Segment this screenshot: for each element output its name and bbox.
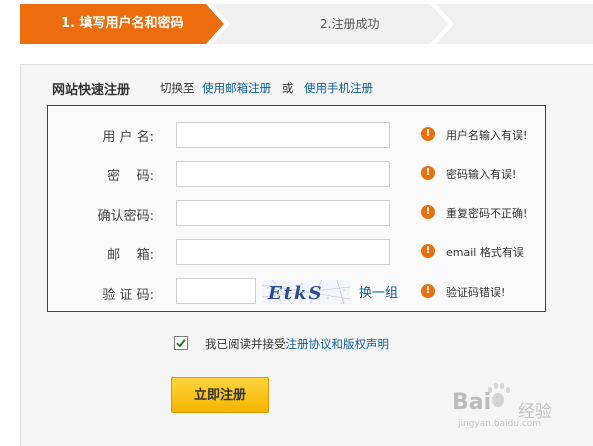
step-1-label: 1. 填写用户名和密码 — [61, 16, 184, 31]
username-input[interactable] — [176, 122, 390, 148]
agreement-link[interactable]: 注册协议和版权声明 — [286, 337, 390, 351]
quick-register-title: 网站快速注册 — [52, 83, 131, 98]
agree-checkbox[interactable] — [174, 336, 188, 350]
switch-to-label: 切换至 — [160, 81, 195, 95]
username-label: 用 户 名: — [102, 130, 154, 145]
warning-icon: ! — [421, 284, 435, 298]
step-2-label: 2.注册成功 — [320, 17, 380, 31]
email-register-link[interactable]: 使用邮箱注册 — [202, 81, 271, 95]
phone-register-link[interactable]: 使用手机注册 — [304, 81, 373, 95]
warning-icon: ! — [421, 244, 435, 258]
email-label: 邮 箱: — [107, 248, 154, 263]
warning-icon: ! — [421, 127, 435, 141]
password-error: 密码输入有误! — [446, 168, 517, 181]
password-label: 密 码: — [107, 169, 154, 184]
warning-icon: ! — [421, 166, 435, 180]
switch-register-mode: 切换至 使用邮箱注册 或 使用手机注册 — [160, 80, 373, 96]
captcha-refresh-link[interactable]: 换一组 — [359, 282, 398, 301]
username-error: 用户名输入有误! — [446, 129, 528, 142]
watermark-url: jingyan.baidu.com — [458, 419, 542, 429]
password-input[interactable] — [176, 161, 390, 187]
step-1-active: 1. 填写用户名和密码 — [20, 4, 224, 44]
confirm-password-label: 确认密码: — [97, 209, 154, 224]
captcha-label: 验 证 码: — [102, 288, 154, 303]
check-icon — [176, 338, 186, 348]
captcha-image: EtkS — [262, 280, 350, 304]
confirm-password-input[interactable] — [176, 200, 390, 226]
step-progress-bar: 1. 填写用户名和密码 2.注册成功 — [0, 0, 593, 44]
captcha-input[interactable] — [176, 278, 256, 304]
register-submit-button[interactable]: 立即注册 — [171, 377, 269, 413]
captcha-error: 验证码错误! — [446, 286, 506, 299]
agree-text: 我已阅读并接受注册协议和版权声明 — [205, 336, 389, 352]
email-error: email 格式有误 — [446, 246, 524, 259]
watermark-logo-text: Bai — [452, 390, 492, 415]
confirm-password-error: 重复密码不正确! — [446, 207, 528, 220]
warning-icon: ! — [421, 205, 435, 219]
captcha-text: EtkS — [267, 283, 324, 304]
agree-prefix: 我已阅读并接受 — [205, 337, 286, 351]
or-label: 或 — [281, 81, 294, 95]
email-input[interactable] — [176, 239, 390, 265]
